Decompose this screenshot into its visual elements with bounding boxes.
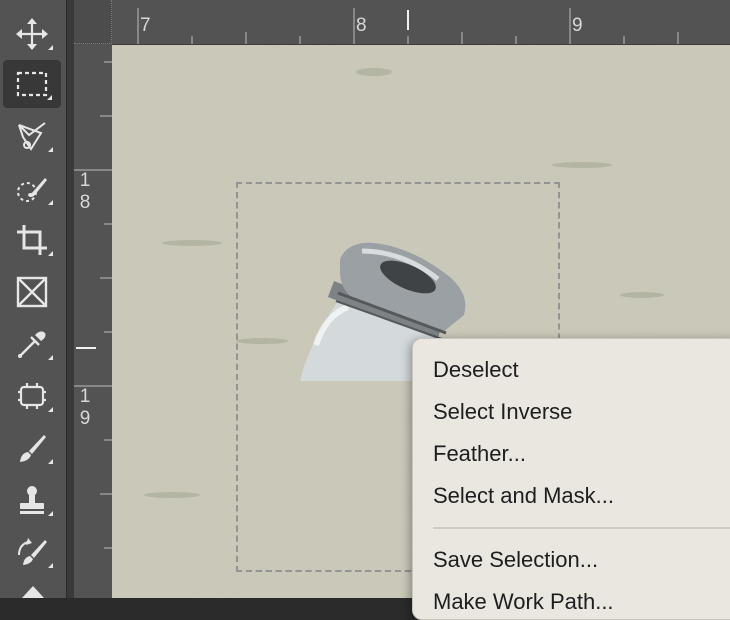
ruler-label-7: 7 [140, 15, 151, 36]
history-brush-tool[interactable] [2, 528, 62, 576]
vertical-ruler: 1 8 1 9 [74, 44, 113, 598]
ruler-label-18-digit1: 1 [79, 170, 91, 191]
healing-brush-icon [18, 383, 46, 409]
quick-selection-tool[interactable] [2, 165, 62, 213]
quick-selection-icon [17, 178, 47, 202]
frame-icon [16, 276, 48, 308]
more-tools-icon[interactable] [22, 586, 44, 598]
menu-item-deselect[interactable]: Deselect [433, 356, 519, 384]
horizontal-ruler: 7 8 9 [74, 0, 730, 45]
context-menu: Deselect Select Inverse Feather... Selec… [412, 338, 730, 620]
move-tool[interactable] [2, 10, 62, 58]
toolbar [0, 0, 66, 598]
eyedropper-icon [18, 331, 46, 358]
lasso-icon [18, 122, 46, 151]
vertical-ruler-ticks [74, 61, 112, 549]
brush-icon [20, 435, 46, 462]
menu-separator [433, 527, 730, 529]
rectangular-marquee-tool[interactable] [3, 60, 61, 108]
menu-item-make-work-path[interactable]: Make Work Path... [433, 588, 614, 616]
rectangular-marquee-icon [16, 71, 48, 97]
frame-tool[interactable] [2, 268, 62, 316]
ruler-label-9: 9 [572, 15, 583, 36]
ruler-label-19-digit2: 9 [79, 408, 91, 429]
ruler-label-8: 8 [356, 15, 367, 36]
crop-tool[interactable] [2, 216, 62, 264]
move-icon [16, 18, 48, 50]
healing-brush-tool[interactable] [2, 372, 62, 420]
horizontal-ruler-ticks [137, 8, 679, 44]
ruler-label-19-digit1: 1 [79, 386, 91, 407]
clone-stamp-icon [20, 486, 44, 514]
menu-item-select-and-mask[interactable]: Select and Mask... [433, 482, 614, 510]
crop-icon [17, 225, 47, 255]
clone-stamp-tool[interactable] [2, 476, 62, 524]
ruler-label-18-digit2: 8 [79, 192, 91, 213]
history-brush-icon [18, 538, 47, 565]
ruler-origin-corner[interactable] [74, 0, 112, 44]
menu-item-feather[interactable]: Feather... [433, 440, 526, 468]
brush-tool[interactable] [2, 424, 62, 472]
menu-item-select-inverse[interactable]: Select Inverse [433, 398, 572, 426]
menu-item-save-selection[interactable]: Save Selection... [433, 546, 598, 574]
eyedropper-tool[interactable] [2, 320, 62, 368]
lasso-tool[interactable] [2, 112, 62, 160]
